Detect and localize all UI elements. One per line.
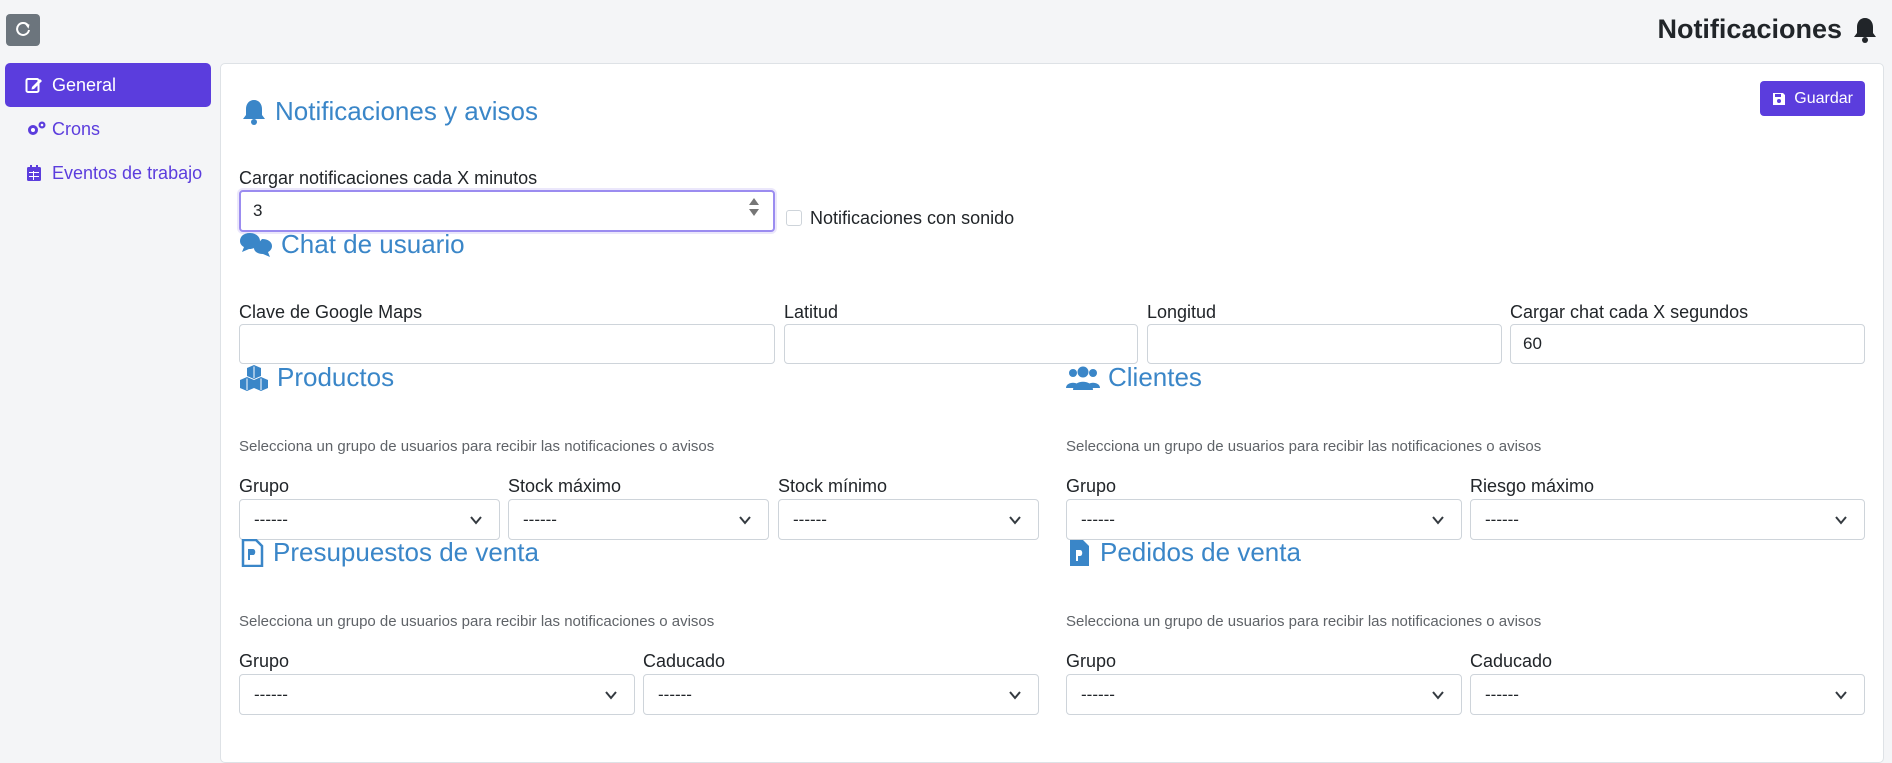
users-icon xyxy=(1066,366,1100,390)
sidebar-item-eventos[interactable]: Eventos de trabajo xyxy=(5,151,211,195)
chevron-down-icon xyxy=(1835,516,1847,525)
spinner-down-icon[interactable] xyxy=(749,209,759,216)
sidebar-item-label: Eventos de trabajo xyxy=(52,162,203,183)
section-title-clients: Clientes xyxy=(1066,362,1202,393)
orders-group-label: Grupo xyxy=(1066,651,1117,671)
settings-panel: Guardar Notificaciones y avisos Cargar n… xyxy=(220,63,1884,763)
sound-checkbox[interactable] xyxy=(786,210,802,226)
longitude-input[interactable] xyxy=(1147,324,1502,364)
clients-risk-select[interactable]: ------ xyxy=(1470,499,1865,540)
products-max-label: Stock máximo xyxy=(508,476,622,496)
sidebar-item-general[interactable]: General xyxy=(5,63,211,107)
chat-refresh-input[interactable]: 60 xyxy=(1510,324,1865,364)
bell-icon xyxy=(1854,18,1876,43)
section-title-quotes: Presupuestos de venta xyxy=(239,537,539,568)
quotes-group-label: Grupo xyxy=(239,651,290,671)
chevron-down-icon xyxy=(1009,691,1021,700)
clients-risk-label: Riesgo máximo xyxy=(1470,476,1595,496)
clients-group-label: Grupo xyxy=(1066,476,1117,496)
chevron-down-icon xyxy=(739,516,751,525)
number-spinner[interactable] xyxy=(749,198,759,216)
save-button-label: Guardar xyxy=(1794,89,1853,107)
interval-input[interactable]: 3 xyxy=(239,190,775,232)
latitude-label: Latitud xyxy=(784,302,839,322)
quotes-expired-label: Caducado xyxy=(643,651,726,671)
section-title-notifications: Notificaciones y avisos xyxy=(241,96,538,127)
gears-icon xyxy=(25,119,47,139)
sidebar-item-label: Crons xyxy=(52,118,101,139)
chevron-down-icon xyxy=(1009,516,1021,525)
sidebar-item-label: General xyxy=(52,74,117,95)
file-invoice-icon xyxy=(241,538,264,567)
latitude-input[interactable] xyxy=(784,324,1138,364)
products-group-label: Grupo xyxy=(239,476,290,496)
products-group-select[interactable]: ------ xyxy=(239,499,500,540)
chevron-down-icon xyxy=(1432,691,1444,700)
file-invoice-icon xyxy=(1070,539,1089,566)
floppy-disk-icon xyxy=(1773,92,1786,105)
chevron-down-icon xyxy=(1835,691,1847,700)
products-max-select[interactable]: ------ xyxy=(508,499,769,540)
sound-label: Notificaciones con sonido xyxy=(810,208,1015,228)
clients-group-select[interactable]: ------ xyxy=(1066,499,1462,540)
spinner-up-icon[interactable] xyxy=(749,198,759,205)
sidebar-item-crons[interactable]: Crons xyxy=(5,107,211,151)
calendar-icon xyxy=(25,163,47,183)
page-title: Notificaciones xyxy=(1657,14,1842,44)
orders-expired-select[interactable]: ------ xyxy=(1470,674,1865,715)
bell-icon xyxy=(243,99,265,125)
orders-group-select[interactable]: ------ xyxy=(1066,674,1462,715)
chevron-down-icon xyxy=(1432,516,1444,525)
products-min-select[interactable]: ------ xyxy=(778,499,1039,540)
quotes-expired-select[interactable]: ------ xyxy=(643,674,1039,715)
edit-icon xyxy=(25,75,47,95)
section-title-chat: Chat de usuario xyxy=(239,229,465,260)
interval-label: Cargar notificaciones cada X minutos xyxy=(239,168,538,188)
quotes-group-select[interactable]: ------ xyxy=(239,674,635,715)
chevron-down-icon xyxy=(605,691,617,700)
clients-help: Selecciona un grupo de usuarios para rec… xyxy=(1066,438,1542,455)
longitude-label: Longitud xyxy=(1147,302,1217,322)
refresh-icon xyxy=(16,22,30,36)
cubes-icon xyxy=(240,364,268,391)
section-title-products: Productos xyxy=(239,362,394,393)
maps-key-label: Clave de Google Maps xyxy=(239,302,423,322)
comments-icon xyxy=(240,232,272,257)
section-title-orders: Pedidos de venta xyxy=(1066,537,1301,568)
orders-help: Selecciona un grupo de usuarios para rec… xyxy=(1066,613,1542,630)
reload-button[interactable] xyxy=(6,14,40,46)
chat-refresh-label: Cargar chat cada X segundos xyxy=(1510,302,1749,322)
orders-expired-label: Caducado xyxy=(1470,651,1553,671)
save-button[interactable]: Guardar xyxy=(1760,81,1865,116)
products-help: Selecciona un grupo de usuarios para rec… xyxy=(239,438,715,455)
maps-key-input[interactable] xyxy=(239,324,775,364)
interval-value: 3 xyxy=(253,201,263,220)
sidebar: General Crons Eventos de trabajo xyxy=(5,63,211,195)
quotes-help: Selecciona un grupo de usuarios para rec… xyxy=(239,613,715,630)
products-min-label: Stock mínimo xyxy=(778,476,888,496)
chevron-down-icon xyxy=(470,516,482,525)
